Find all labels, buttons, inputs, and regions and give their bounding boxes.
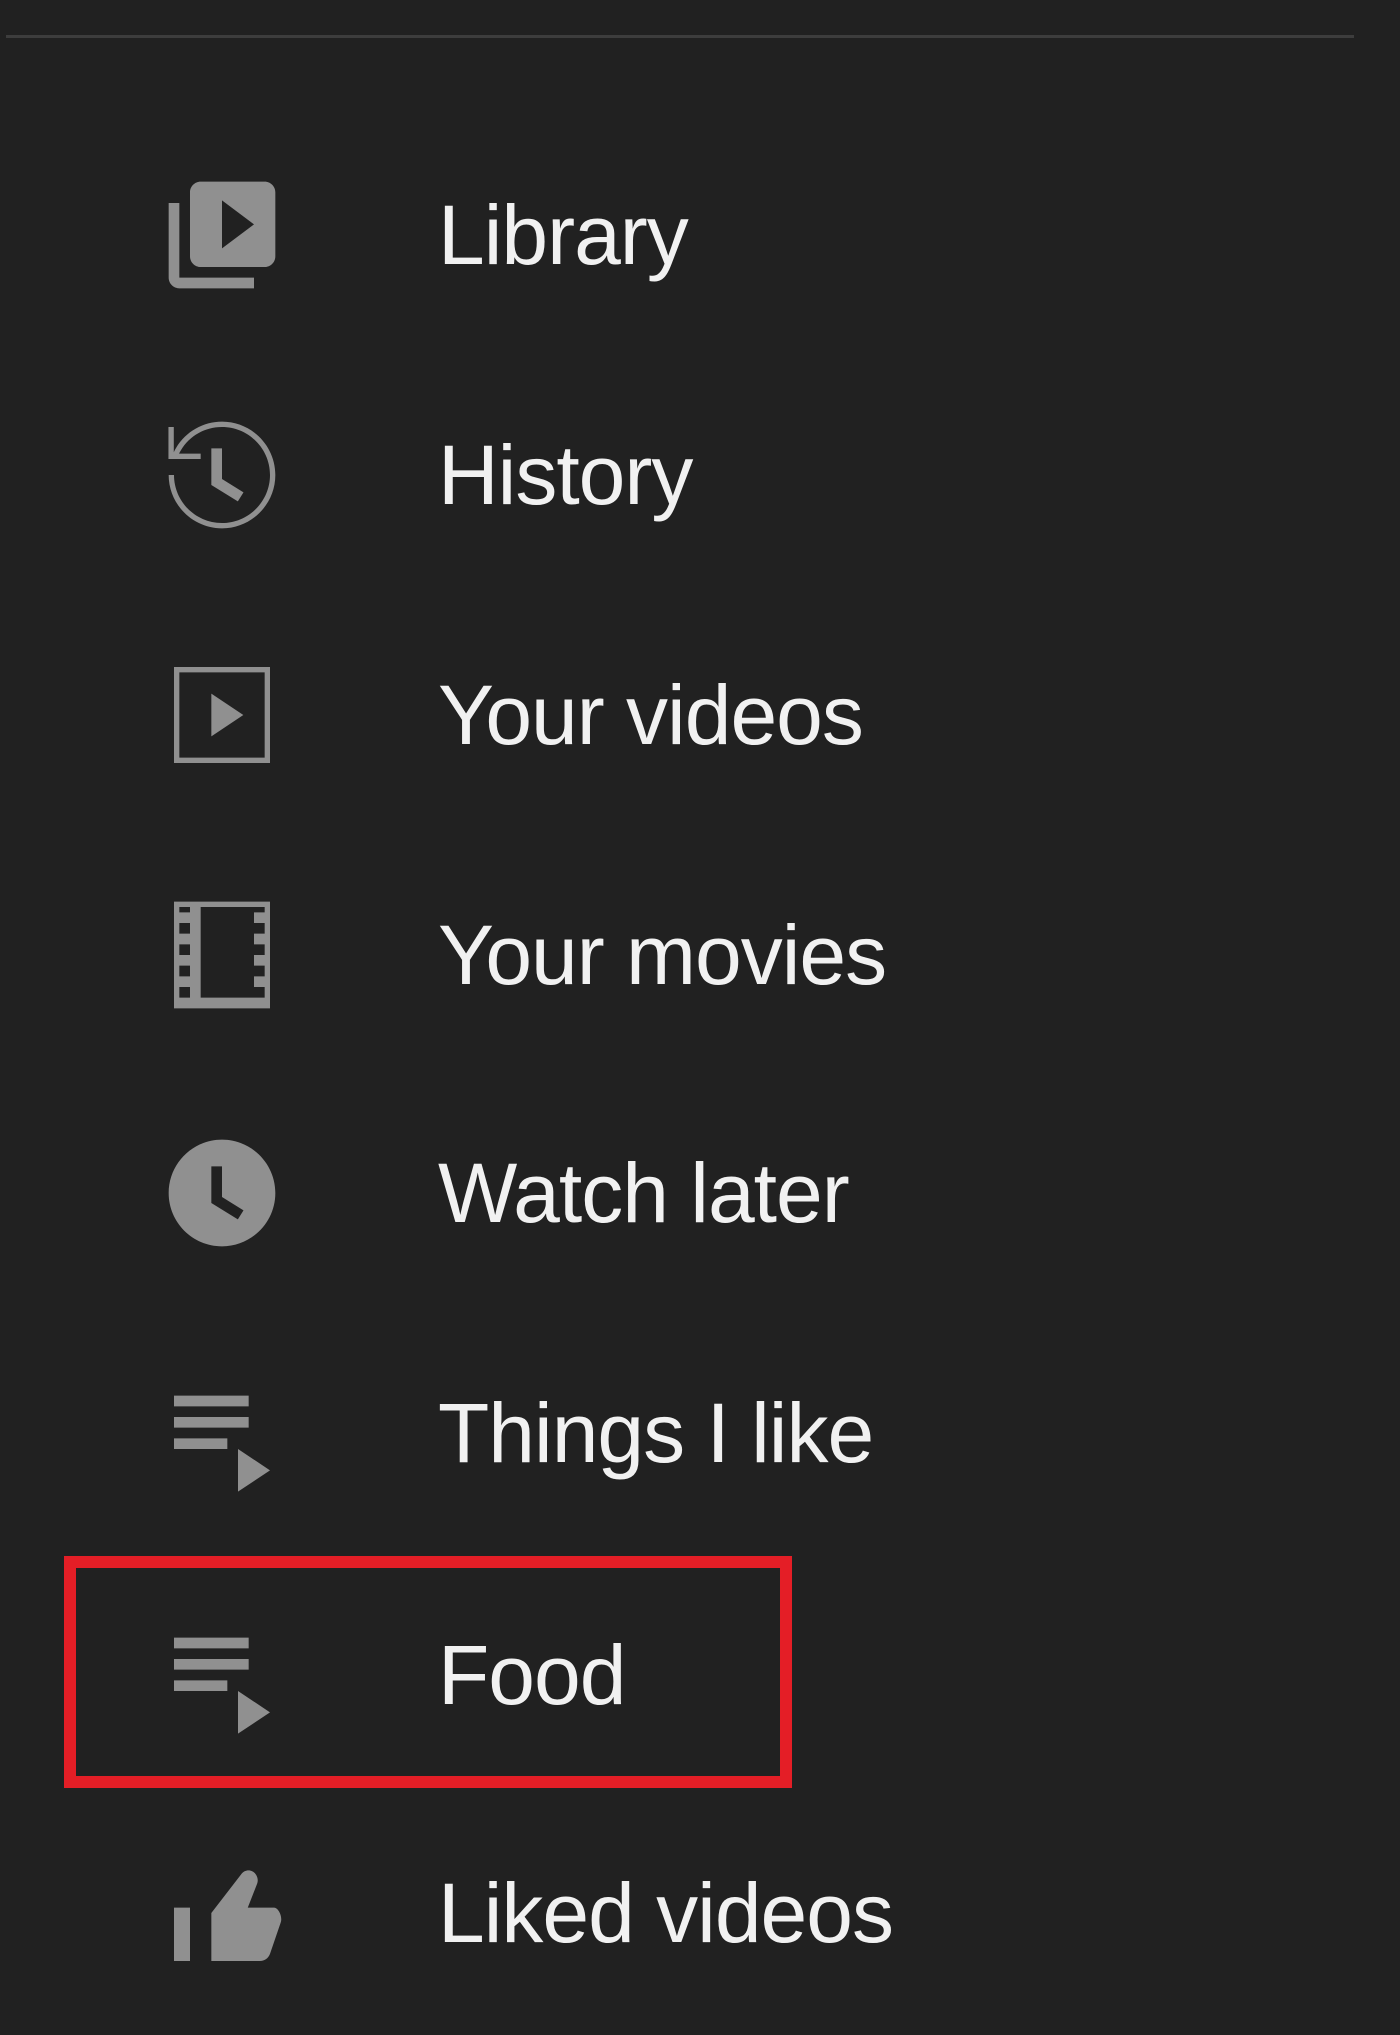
playlist-icon <box>158 1369 286 1497</box>
history-icon <box>158 411 286 539</box>
sidebar-item-label: Library <box>438 188 689 282</box>
sidebar-item-your-movies[interactable]: Your movies <box>0 835 1360 1075</box>
your-videos-icon <box>158 651 286 779</box>
thumbs-up-icon <box>158 1849 286 1977</box>
clock-icon <box>158 1129 286 1257</box>
sidebar-item-food[interactable]: Food <box>0 1555 1360 1795</box>
sidebar-item-things-i-like[interactable]: Things I like <box>0 1313 1360 1553</box>
sidebar-item-liked-videos[interactable]: Liked videos <box>0 1793 1360 2033</box>
movies-icon <box>158 891 286 1019</box>
sidebar-item-label: Things I like <box>438 1386 874 1480</box>
sidebar-item-label: Watch later <box>438 1146 850 1240</box>
sidebar-item-label: Your movies <box>438 908 887 1002</box>
playlist-icon <box>158 1611 286 1739</box>
library-icon <box>158 171 286 299</box>
sidebar-item-label: Food <box>438 1628 626 1722</box>
sidebar-list: Library History Your videos Your movies … <box>0 0 1400 2035</box>
sidebar-item-watch-later[interactable]: Watch later <box>0 1073 1360 1313</box>
sidebar-item-label: Your videos <box>438 668 864 762</box>
sidebar-item-library[interactable]: Library <box>0 115 1360 355</box>
sidebar-item-history[interactable]: History <box>0 355 1360 595</box>
sidebar-item-your-videos[interactable]: Your videos <box>0 595 1360 835</box>
sidebar-item-label: History <box>438 428 693 522</box>
sidebar-item-label: Liked videos <box>438 1866 894 1960</box>
